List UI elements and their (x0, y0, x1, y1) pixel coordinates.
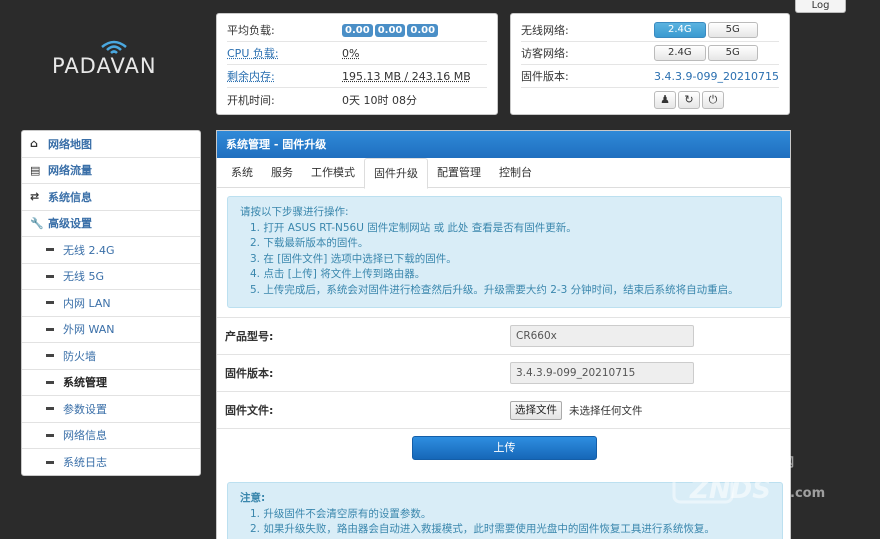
watermark-line1: 智能电视网 (733, 454, 794, 469)
product-model-label: 产品型号: (225, 330, 274, 343)
wireless-5g-button[interactable]: 5G (707, 22, 758, 38)
system-status-panel: 平均负载: 0.00 0.00 0.00 CPU 负载: 0% 剩余内存: 195.… (216, 13, 498, 115)
padavan-logo: PADAVAN (52, 38, 177, 90)
refresh-icon[interactable]: ↻ (678, 90, 700, 109)
tab-system[interactable]: 系统 (222, 158, 262, 187)
sidebar-item-label: 无线 5G (63, 270, 105, 284)
firmware-file-label: 固件文件: (225, 404, 274, 417)
instructions-step: 5. 上传完成后，系统会对固件进行检查然后升级。升级需要大约 2-3 分钟时间，… (250, 283, 739, 296)
guest-5g-button[interactable]: 5G (707, 45, 758, 61)
notice-line: 1. 升级固件不会清空原有的设置参数。 (250, 507, 432, 520)
sidebar-menu: ⌂ 网络地图 ▤ 网络流量 ⇄ 系统信息 🔧 高级设置 无线 2.4G 无线 5… (21, 130, 201, 476)
sidebar-item-label: 内网 LAN (63, 296, 111, 310)
firmware-version-row: 固件版本: 3.4.3.9-099_20210715 (217, 354, 790, 391)
tv-watermark-icon: 智能电视网 ZNDS .com (672, 449, 825, 505)
sidebar-item-system-info[interactable]: ⇄ 系统信息 (22, 184, 200, 211)
guest-24g-button[interactable]: 2.4G (654, 45, 706, 61)
sidebar-item-parameters[interactable]: 参数设置 (22, 396, 200, 423)
sidebar-item-label: 参数设置 (63, 402, 107, 416)
instructions-step: 3. 在 [固件文件] 选项中选择已下载的固件。 (250, 252, 457, 265)
cpu-load-link[interactable]: CPU 负载: (227, 45, 342, 61)
wifi-logo-icon (101, 40, 127, 54)
action-row: ♟ ↻ ⏻ (521, 88, 779, 111)
logo-text: PADAVAN (52, 54, 157, 78)
tab-operation-mode[interactable]: 工作模式 (302, 158, 364, 187)
load-badge-2: 0.00 (374, 24, 406, 37)
wireless-row: 无线网络: 2.4G 5G (521, 19, 779, 42)
watermark-line3: .com (790, 486, 825, 501)
sidebar-item-label: 网络地图 (48, 137, 92, 151)
firmware-version-label: 固件版本: (225, 367, 274, 380)
upload-button[interactable]: 上传 (412, 436, 597, 460)
cpu-load-value: 0% (342, 46, 360, 60)
tab-bar: 系统 服务 工作模式 固件升级 配置管理 控制台 (217, 158, 790, 189)
tab-config-management[interactable]: 配置管理 (428, 158, 490, 187)
cpu-load-row: CPU 负载: 0% (227, 42, 487, 65)
firmware-version-field: 3.4.3.9-099_20210715 (510, 362, 694, 384)
shuffle-icon: ⇄ (30, 190, 40, 204)
sidebar-item-lan[interactable]: 内网 LAN (22, 290, 200, 317)
home-icon: ⌂ (30, 137, 38, 151)
power-icon[interactable]: ⏻ (702, 90, 724, 109)
list-icon: ▤ (30, 163, 41, 177)
firmware-row: 固件版本: 3.4.3.9-099_20210715 (521, 65, 779, 88)
sidebar-item-advanced[interactable]: 🔧 高级设置 (22, 211, 200, 237)
choose-file-button[interactable]: 选择文件 (510, 400, 562, 420)
sidebar-item-label: 网络流量 (48, 164, 92, 178)
tab-console[interactable]: 控制台 (490, 158, 541, 187)
znds-watermark: 智能电视网 ZNDS .com (672, 448, 842, 506)
uptime-label: 开机时间: (227, 93, 275, 107)
watermark-line2: ZNDS (689, 475, 771, 505)
tab-firmware-upgrade[interactable]: 固件升级 (364, 158, 428, 189)
load-average-label: 平均负载: (227, 24, 275, 37)
tab-services[interactable]: 服务 (262, 158, 302, 187)
firmware-version-link[interactable]: 3.4.3.9-099_20210715 (654, 70, 779, 83)
load-badge-1: 0.00 (342, 24, 373, 37)
load-badge-3: 0.00 (407, 24, 439, 37)
sidebar-item-label: 系统管理 (63, 376, 107, 390)
sidebar-item-label: 防火墙 (63, 349, 96, 363)
firmware-file-row: 固件文件: 选择文件 未选择任何文件 (217, 391, 790, 428)
network-status-panel: 无线网络: 2.4G 5G 访客网络: 2.4G 5G 固件版本: 3.4.3.… (510, 13, 790, 115)
sidebar-item-label: 外网 WAN (63, 323, 115, 337)
instructions-step: 2. 下载最新版本的固件。 (250, 237, 369, 249)
sidebar-item-firewall[interactable]: 防火墙 (22, 343, 200, 370)
wireless-label: 无线网络: (521, 24, 569, 37)
product-model-field: CR660x (510, 325, 694, 347)
free-memory-link[interactable]: 剩余内存: (227, 68, 342, 84)
sidebar-item-label: 系统日志 (63, 456, 107, 470)
no-file-selected-text: 未选择任何文件 (569, 404, 643, 417)
uptime-row: 开机时间: 0天 10时 08分 (227, 88, 487, 111)
guest-label: 访客网络: (521, 47, 569, 60)
logout-button[interactable]: Log (795, 0, 846, 13)
instructions-step: 1. 打开 ASUS RT-N56U 固件定制网站 或 此处 查看是否有固件更新… (250, 221, 577, 234)
wrench-icon: 🔧 (30, 216, 44, 230)
sidebar-item-traffic[interactable]: ▤ 网络流量 (22, 158, 200, 184)
sidebar-item-label: 无线 2.4G (63, 243, 115, 257)
sidebar-item-label: 高级设置 (48, 217, 92, 231)
load-average-row: 平均负载: 0.00 0.00 0.00 (227, 19, 487, 42)
instructions-heading: 请按以下步骤进行操作: (240, 206, 349, 218)
user-icon[interactable]: ♟ (654, 90, 676, 109)
sidebar-item-network-info[interactable]: 网络信息 (22, 423, 200, 449)
sidebar-item-network-map[interactable]: ⌂ 网络地图 (22, 131, 200, 158)
sidebar-item-label: 网络信息 (63, 429, 107, 443)
product-model-row: 产品型号: CR660x (217, 317, 790, 354)
wireless-24g-button[interactable]: 2.4G (654, 22, 706, 38)
firmware-label: 固件版本: (521, 70, 569, 83)
sidebar-item-wireless-24g[interactable]: 无线 2.4G (22, 237, 200, 264)
sidebar-item-wireless-5g[interactable]: 无线 5G (22, 264, 200, 290)
instructions-step: 4. 点击 [上传] 将文件上传到路由器。 (250, 268, 426, 280)
free-memory-value: 195.13 MB / 243.16 MB (342, 69, 471, 83)
sidebar-item-administration[interactable]: 系统管理 (22, 370, 200, 396)
notice-line: 2. 如果升级失败，路由器会自动进入救援模式，此时需要使用光盘中的固件恢复工具进… (250, 523, 715, 535)
page-title: 系统管理 - 固件升级 (217, 131, 790, 158)
instructions-box: 请按以下步骤进行操作: 1. 打开 ASUS RT-N56U 固件定制网站 或 … (227, 196, 782, 308)
sidebar-item-label: 系统信息 (48, 190, 92, 204)
sidebar-item-wan[interactable]: 外网 WAN (22, 317, 200, 343)
guest-row: 访客网络: 2.4G 5G (521, 42, 779, 65)
sidebar-item-system-log[interactable]: 系统日志 (22, 449, 200, 476)
uptime-value: 0天 10时 08分 (342, 93, 417, 107)
free-memory-row: 剩余内存: 195.13 MB / 243.16 MB (227, 65, 487, 88)
